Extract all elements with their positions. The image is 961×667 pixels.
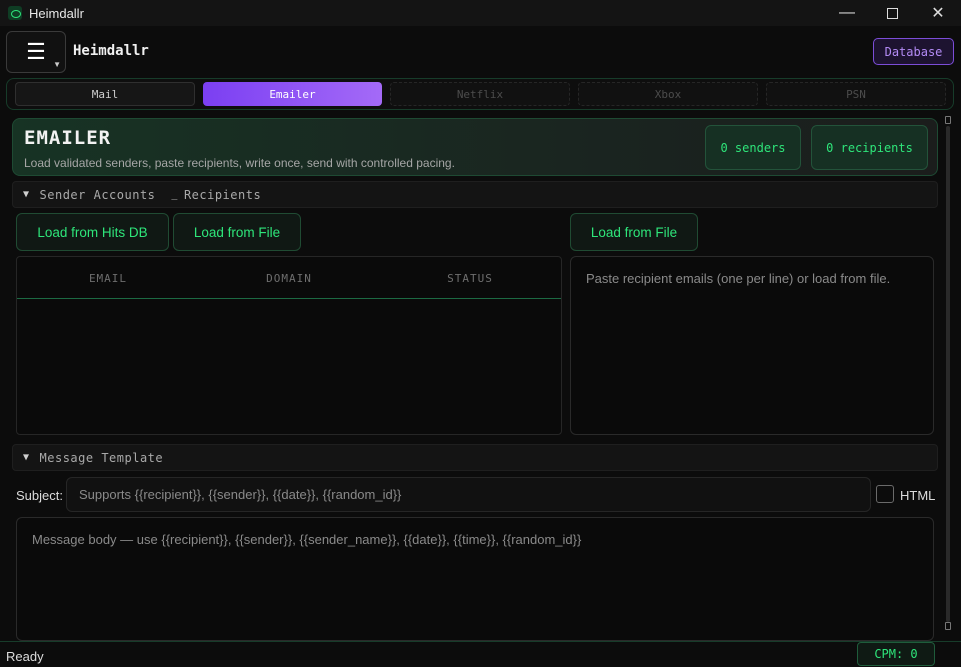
column-header-email[interactable]: EMAIL [48,272,168,285]
collapse-triangle-icon: ▼ [23,189,30,200]
senders-table[interactable]: EMAIL DOMAIN STATUS [16,256,562,435]
tab-netflix: Netflix [390,82,570,106]
page-subtitle: Load validated senders, paste recipients… [24,156,455,170]
window-title: Heimdallr [29,5,84,21]
eye-icon [8,6,22,20]
html-checkbox[interactable] [876,485,894,503]
status-bar: Ready CPM: 0 [0,641,961,667]
senders-table-header: EMAIL DOMAIN STATUS [17,257,561,299]
app-name: Heimdallr [73,43,149,59]
message-template-section-header[interactable]: ▼ Message Template [12,444,938,471]
tab-xbox: Xbox [578,82,758,106]
recipients-textarea[interactable]: Paste recipient emails (one per line) or… [570,256,934,435]
html-checkbox-label[interactable]: HTML [900,488,935,503]
scroll-up-arrow-icon[interactable] [945,116,951,124]
senders-count-badge: 0 senders [705,125,801,170]
close-button[interactable]: ✕ [915,0,961,26]
emailer-hero: EMAILER Load validated senders, paste re… [12,118,938,176]
scroll-down-arrow-icon[interactable] [945,622,951,630]
status-text: Ready [6,649,44,664]
page-title: EMAILER [24,127,112,149]
section-title-recipients: Recipients [183,187,262,202]
scrollbar-thumb[interactable] [946,126,950,622]
recipients-count-badge: 0 recipients [811,125,928,170]
collapsed-marker-icon: _ [171,189,178,200]
sender-recipients-section-header[interactable]: ▼ Sender Accounts _ Recipients [12,181,938,208]
tab-bar: Mail Emailer Netflix Xbox PSN [6,78,954,110]
collapse-triangle-icon: ▼ [23,452,30,463]
window-titlebar: Heimdallr — ✕ [0,0,961,26]
section-title-message-template: Message Template [39,450,164,465]
load-recipients-file-button[interactable]: Load from File [570,213,698,251]
load-senders-file-button[interactable]: Load from File [173,213,301,251]
hamburger-icon: ☰ [26,39,46,64]
column-header-domain[interactable]: DOMAIN [229,272,349,285]
cpm-badge: CPM: 0 [857,642,935,666]
tab-emailer[interactable]: Emailer [203,82,382,106]
maximize-button[interactable] [869,0,915,26]
tab-mail[interactable]: Mail [15,82,195,106]
subject-input[interactable]: Supports {{recipient}}, {{sender}}, {{da… [66,477,871,512]
message-body-textarea[interactable]: Message body — use {{recipient}}, {{send… [16,517,934,641]
menu-button[interactable]: ☰ ▼ [6,31,66,73]
chevron-down-icon: ▼ [53,60,61,69]
column-header-status[interactable]: STATUS [410,272,530,285]
section-title-sender-accounts: Sender Accounts [39,187,156,202]
minimize-button[interactable]: — [824,0,870,26]
subject-label: Subject: [16,488,63,503]
tab-psn: PSN [766,82,946,106]
maximize-icon [886,7,898,19]
app-header: ☰ ▼ Heimdallr Database [0,26,961,78]
database-button[interactable]: Database [873,38,954,65]
load-hits-db-button[interactable]: Load from Hits DB [16,213,169,251]
main-scrollbar[interactable] [944,116,954,634]
